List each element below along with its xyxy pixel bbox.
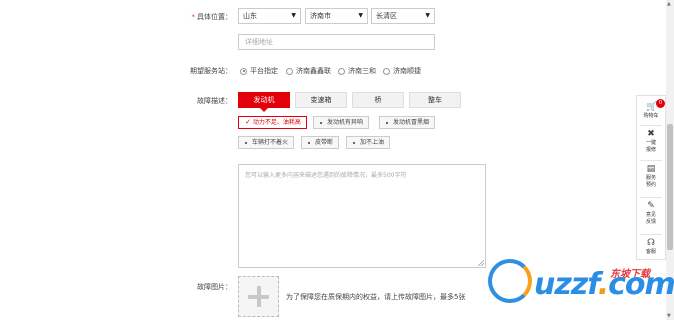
province-select[interactable]: 山东 ▼ [238,8,301,24]
station-option-label: 济南三和 [348,67,376,75]
chevron-down-icon: ▼ [291,12,296,19]
chevron-down-icon: ▼ [358,12,363,19]
watermark-logo: 东坡下载 uzzf.com [488,255,674,315]
fault-tag-no-start[interactable]: 车辆打不着火 [238,136,295,149]
resize-handle-icon[interactable] [478,260,484,266]
location-label-text: 具体位置： [197,13,232,21]
sidebar-item-label: 反馈 [645,219,656,225]
station-option-shunjie[interactable]: 济南顺捷 [383,66,421,76]
station-option-label: 平台指定 [250,67,278,75]
fault-tag-label: 皮带断 [315,139,334,146]
divider [640,160,662,161]
sidebar-item-feedback[interactable]: ✎ 意见 反馈 [637,201,665,226]
divider [640,197,662,198]
province-value: 山东 [243,12,257,20]
upload-note: 为了保障您在质保期内的权益，请上传故障图片，最多5张 [286,293,466,301]
fault-tag-belt[interactable]: 皮带断 [301,136,340,149]
image-upload-button[interactable] [238,276,279,317]
edit-icon: ✎ [647,201,655,211]
sidebar-item-label: 意见 [645,212,656,218]
textarea-placeholder: 您可以输入更多内容来描述您遇到的故障情况，最多500字符 [245,172,407,179]
sidebar-item-cart[interactable]: 🛒 购物车 0 [637,99,665,120]
location-label: * 具体位置： [162,12,233,22]
sidebar-item-label: 购物车 [643,113,659,119]
radio-checked-icon[interactable] [240,67,247,75]
city-select[interactable]: 济南市 ▼ [305,8,368,24]
wrench-icon: ✖ [647,129,655,139]
sidebar-item-label: 预约 [645,182,656,188]
images-label: 故障图片： [197,283,232,291]
divider [640,125,662,126]
document-icon: ▤ [646,164,656,174]
chevron-down-icon: ▼ [425,12,430,19]
sidebar-item-booking[interactable]: ▤ 服务 预约 [637,164,665,189]
sidebar-item-label: 服务 [645,175,656,181]
sidebar-item-repair[interactable]: ✖ 一键 报修 [637,129,665,154]
category-tab-gearbox[interactable]: 变速箱 [295,92,347,108]
district-select[interactable]: 长清区 ▼ [371,8,435,24]
required-mark: * [191,13,196,21]
scrollbar-thumb[interactable] [667,124,673,250]
bullet-icon [308,141,310,144]
fault-tag-label: 加不上油 [360,139,385,146]
sidebar-item-label: 一键 [645,140,656,146]
watermark-com: com [608,267,674,302]
sidebar-item-service[interactable]: ☊ 客服 [637,238,665,256]
station-option-platform[interactable]: 平台指定 [240,66,278,76]
district-value: 长清区 [376,12,397,20]
city-value: 济南市 [310,12,331,20]
watermark-main: uzzf [534,267,599,302]
radio-icon[interactable] [338,67,345,75]
fault-tag-smoke[interactable]: 发动机冒黑烟 [379,116,436,129]
category-tab-vehicle[interactable]: 整车 [409,92,461,108]
scroll-up-icon[interactable]: ▲ [667,1,671,7]
check-icon: ✓ [245,118,251,126]
category-tab-axle[interactable]: 桥 [352,92,404,108]
fault-tag-label: 发动机有异响 [327,119,364,126]
fault-tag-label: 车辆打不着火 [252,139,289,146]
bullet-icon [386,121,388,124]
watermark-dot: . [597,267,609,302]
headset-icon: ☊ [647,238,655,248]
radio-icon[interactable] [286,67,293,75]
fault-tag-label: 发动机冒黑烟 [393,119,430,126]
floating-sidebar: 🛒 购物车 0 ✖ 一键 报修 ▤ 服务 预约 ✎ 意见 反馈 ☊ 客服 [636,95,666,260]
divider [640,234,662,235]
radio-icon[interactable] [383,67,390,75]
plus-icon [256,286,261,307]
fault-description-textarea[interactable]: 您可以输入更多内容来描述您遇到的故障情况，最多500字符 [238,164,486,268]
fault-tag-power[interactable]: ✓ 动力不足、油耗高 [238,116,307,129]
sidebar-item-label: 报修 [645,147,656,153]
service-station-label: 期望服务站： [190,67,232,75]
fault-tag-no-fuel[interactable]: 加不上油 [346,136,391,149]
watermark-text: uzzf.com [534,267,674,302]
fault-tag-noise[interactable]: 发动机有异响 [313,116,370,129]
bullet-icon [245,141,247,144]
bullet-icon [353,141,355,144]
fault-label: 故障描述： [197,97,232,105]
station-option-label: 济南鑫鑫联 [296,67,331,75]
station-option-label: 济南顺捷 [393,67,421,75]
watermark-swirl-icon [488,259,532,303]
fault-tag-label: 动力不足、油耗高 [252,119,301,126]
cart-icon: 🛒 [646,102,658,112]
station-option-xinxinlian[interactable]: 济南鑫鑫联 [286,66,331,76]
address-input[interactable]: 详细地址 [238,34,435,50]
bullet-icon [320,121,322,124]
cart-count-badge: 0 [656,99,665,108]
category-tab-engine[interactable]: 发动机 [238,92,290,112]
station-option-sanhe[interactable]: 济南三和 [338,66,376,76]
scroll-down-icon[interactable]: ▼ [667,313,671,319]
repair-request-form-page: * 具体位置： 山东 ▼ 济南市 ▼ 长清区 ▼ 详细地址 期望服务站： 平台指定… [0,0,674,320]
